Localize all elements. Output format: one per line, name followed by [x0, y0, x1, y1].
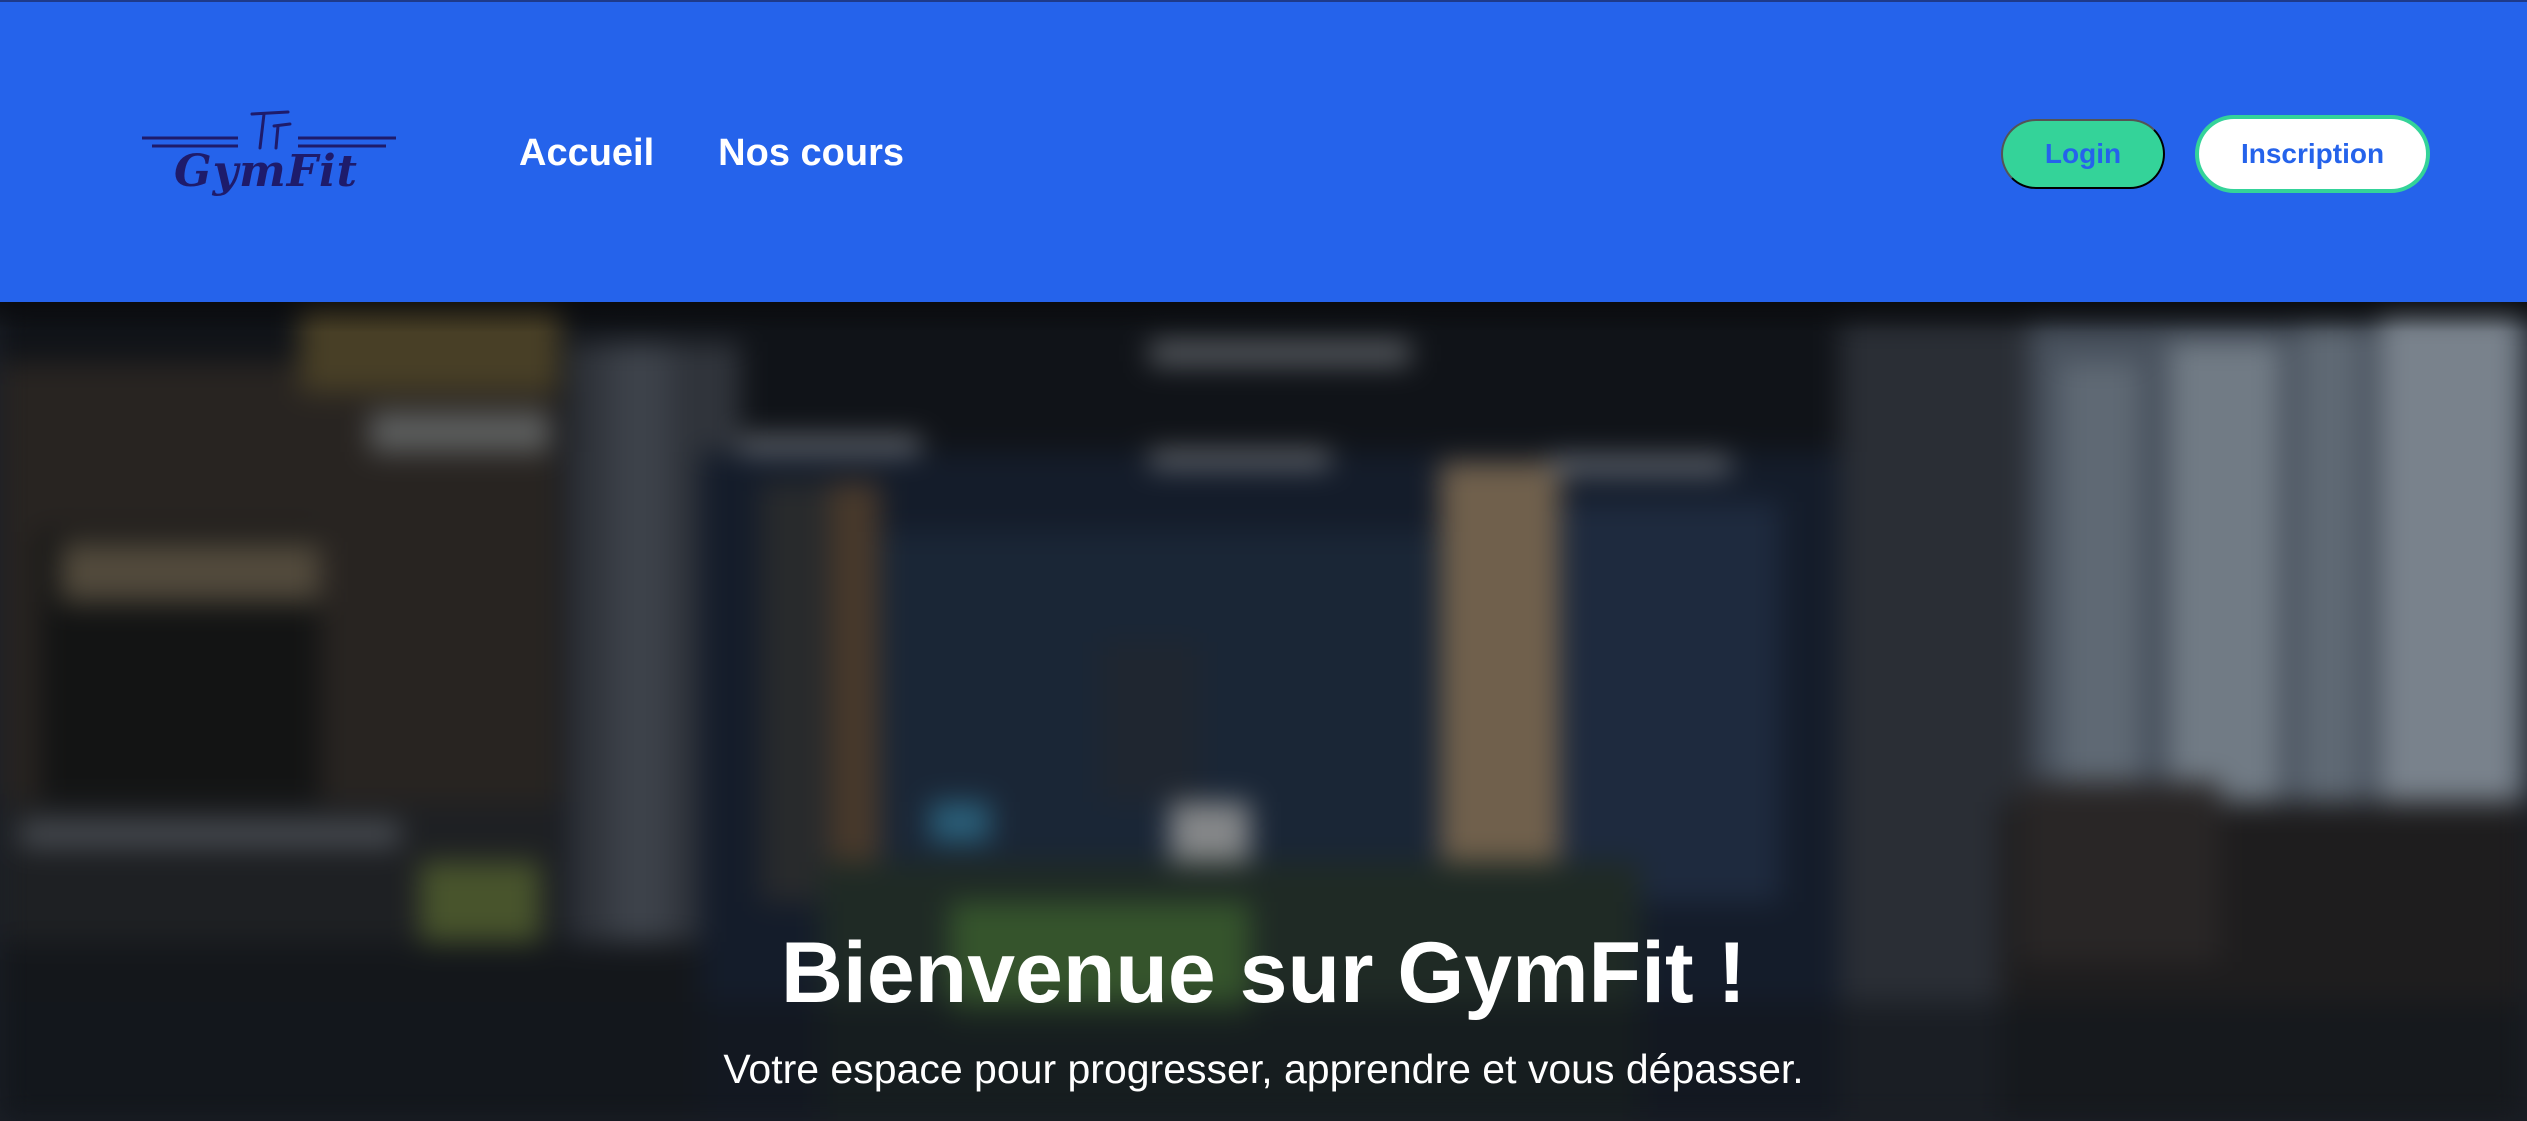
page: GymFit Accueil Nos cours Login Inscripti…	[0, 0, 2527, 1121]
hero-subtitle: Votre espace pour progresser, apprendre …	[723, 1046, 1804, 1092]
site-header: GymFit Accueil Nos cours Login Inscripti…	[0, 0, 2527, 302]
nav-link-nos-cours[interactable]: Nos cours	[718, 132, 904, 175]
hero-title: Bienvenue sur GymFit !	[780, 924, 1747, 1021]
signup-button[interactable]: Inscription	[2195, 115, 2430, 193]
hero-section: Bienvenue sur GymFit ! Votre espace pour…	[0, 302, 2527, 1121]
logo-text: GymFit	[174, 146, 358, 197]
nav-link-accueil[interactable]: Accueil	[519, 132, 654, 175]
login-button[interactable]: Login	[2001, 119, 2165, 189]
main-nav: Accueil Nos cours	[519, 130, 904, 176]
header-shadow	[0, 302, 2527, 332]
gymfit-logo[interactable]: GymFit	[140, 106, 400, 206]
